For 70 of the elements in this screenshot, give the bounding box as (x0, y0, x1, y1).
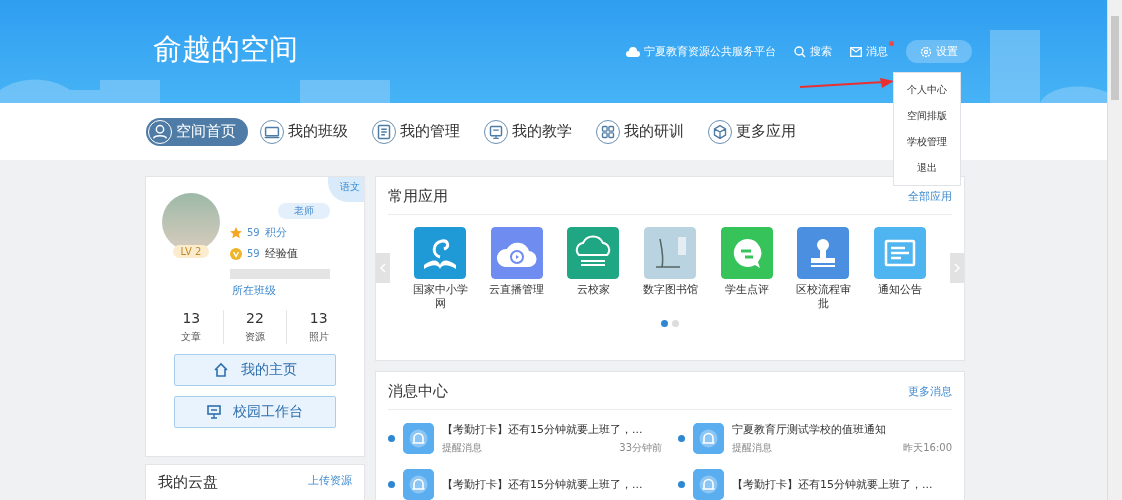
subject-tag: 语文 (328, 177, 364, 202)
message-time: 33分钟前 (619, 441, 662, 455)
message-title[interactable]: 【考勤打卡】还有15分钟就要上班了，... (442, 477, 662, 492)
app-item[interactable]: 学生点评 (708, 227, 785, 298)
star-icon (230, 226, 242, 239)
scrollbar-thumb[interactable] (1111, 16, 1119, 100)
all-apps-link[interactable]: 全部应用 (908, 189, 952, 204)
experience-label: 经验值 (264, 246, 298, 261)
nav-tab[interactable]: 空间首页 (146, 117, 248, 146)
unread-dot (678, 435, 685, 442)
points-label: 积分 (264, 225, 287, 240)
stat-label: 资源 (245, 330, 265, 344)
unread-dot (388, 435, 395, 442)
message-title[interactable]: 【考勤打卡】还有15分钟就要上班了，... (732, 477, 952, 492)
message-type: 提醒消息 (442, 441, 482, 455)
page-dot[interactable] (661, 319, 668, 327)
stat-label: 照片 (308, 330, 329, 344)
stat-value: 13 (182, 310, 201, 326)
menu-item[interactable]: 学校管理 (894, 129, 960, 155)
chevron-right-icon (954, 263, 960, 273)
stat-value: 22 (246, 310, 264, 326)
next-button[interactable] (950, 253, 964, 283)
message-type: 提醒消息 (732, 441, 772, 455)
role-tag: 老师 (278, 203, 330, 219)
page-dot[interactable] (672, 319, 679, 327)
bell-icon (403, 423, 434, 454)
stat-value: 13 (309, 310, 328, 326)
badge-icon (230, 247, 242, 260)
menu-item[interactable]: 空间排版 (894, 103, 960, 129)
message-title[interactable]: 宁夏教育厅测试学校的值班通知 (732, 422, 952, 437)
nav-tab[interactable]: 我的研训 (594, 117, 696, 146)
apps-title: 常用应用 (388, 187, 448, 206)
scrollbar[interactable] (1107, 0, 1122, 500)
nav-tab[interactable]: 我的班级 (258, 117, 360, 146)
app-item[interactable]: 区校流程审批 (784, 227, 862, 312)
app-item[interactable]: 数字图书馆 (631, 227, 709, 298)
profile-button[interactable]: 我的主页 (174, 354, 336, 386)
cloud-icon (626, 46, 640, 57)
space-title: 俞越的空间 (153, 30, 299, 68)
chevron-left-icon (380, 263, 386, 273)
class-link[interactable]: 所在班级 (232, 284, 276, 297)
app-item[interactable]: 云直播管理 (478, 227, 556, 298)
nav-tab[interactable]: 我的管理 (370, 117, 472, 146)
level-badge: LV 2 (172, 245, 210, 258)
app-item[interactable]: 通知公告 (861, 227, 939, 298)
message-title[interactable]: 【考勤打卡】还有15分钟就要上班了，... (442, 422, 662, 437)
more-messages-link[interactable]: 更多消息 (908, 384, 952, 399)
previous-button[interactable] (376, 253, 390, 283)
experience-value: 59 (247, 248, 260, 259)
nav-tab[interactable]: 更多应用 (706, 117, 808, 146)
search-icon (794, 45, 806, 58)
app-item[interactable]: 国家中小学网 (402, 227, 479, 312)
mail-icon (850, 46, 862, 57)
stat-label: 文章 (181, 330, 202, 344)
cloud-title: 我的云盘 (158, 473, 218, 492)
upload-link[interactable]: 上传资源 (308, 473, 352, 488)
profile-button[interactable]: 校园工作台 (174, 396, 336, 428)
settings-icon (920, 45, 932, 58)
monitor-icon (207, 405, 221, 419)
unread-dot (388, 481, 395, 488)
unread-dot (678, 481, 685, 488)
home-icon (213, 362, 229, 378)
messages-title: 消息中心 (388, 382, 448, 401)
app-item[interactable]: 云校家 (555, 227, 632, 298)
menu-item[interactable]: 退出 (894, 155, 960, 181)
message-time: 昨天16:00 (903, 441, 952, 455)
nav-tab[interactable]: 我的教学 (482, 117, 584, 146)
menu-item[interactable]: 个人中心 (894, 77, 960, 103)
bell-icon (693, 423, 724, 454)
points-value: 59 (247, 227, 260, 238)
